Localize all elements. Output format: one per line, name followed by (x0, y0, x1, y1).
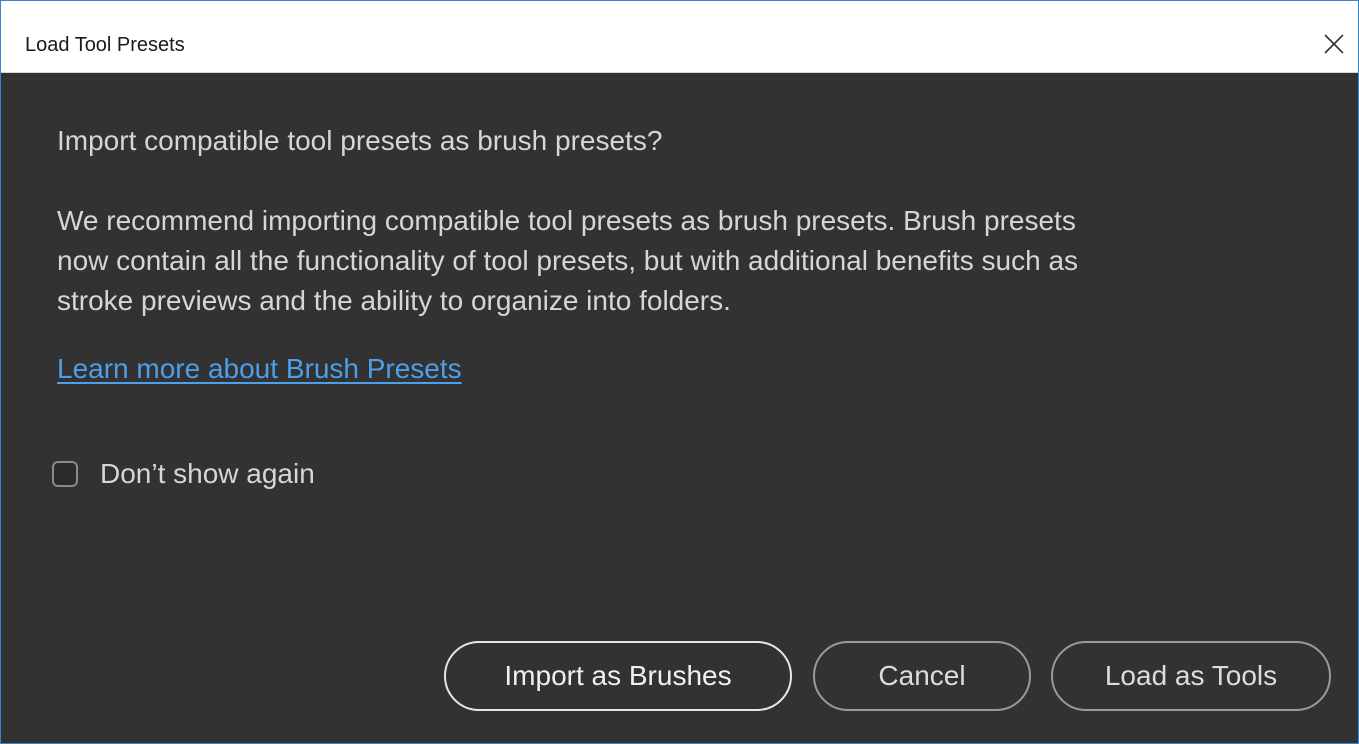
import-as-brushes-button[interactable]: Import as Brushes (444, 641, 792, 711)
dont-show-again-checkbox-row[interactable]: Don’t show again (52, 457, 315, 491)
load-as-tools-button[interactable]: Load as Tools (1051, 641, 1331, 711)
dialog-description: We recommend importing compatible tool p… (57, 201, 1307, 321)
dont-show-again-label[interactable]: Don’t show again (100, 458, 315, 490)
dont-show-again-checkbox[interactable] (52, 461, 78, 487)
description-line: stroke previews and the ability to organ… (57, 285, 731, 316)
close-icon (1324, 34, 1344, 54)
dialog-window: Load Tool Presets Import compatible tool… (0, 0, 1359, 744)
cancel-button[interactable]: Cancel (813, 641, 1031, 711)
learn-more-link[interactable]: Learn more about Brush Presets (57, 353, 462, 385)
title-bar[interactable]: Load Tool Presets (1, 1, 1358, 73)
close-button[interactable] (1310, 19, 1358, 71)
description-line: now contain all the functionality of too… (57, 245, 1079, 276)
window-title: Load Tool Presets (25, 34, 185, 56)
dialog-question: Import compatible tool presets as brush … (57, 125, 663, 156)
description-line: We recommend importing compatible tool p… (57, 205, 1076, 236)
